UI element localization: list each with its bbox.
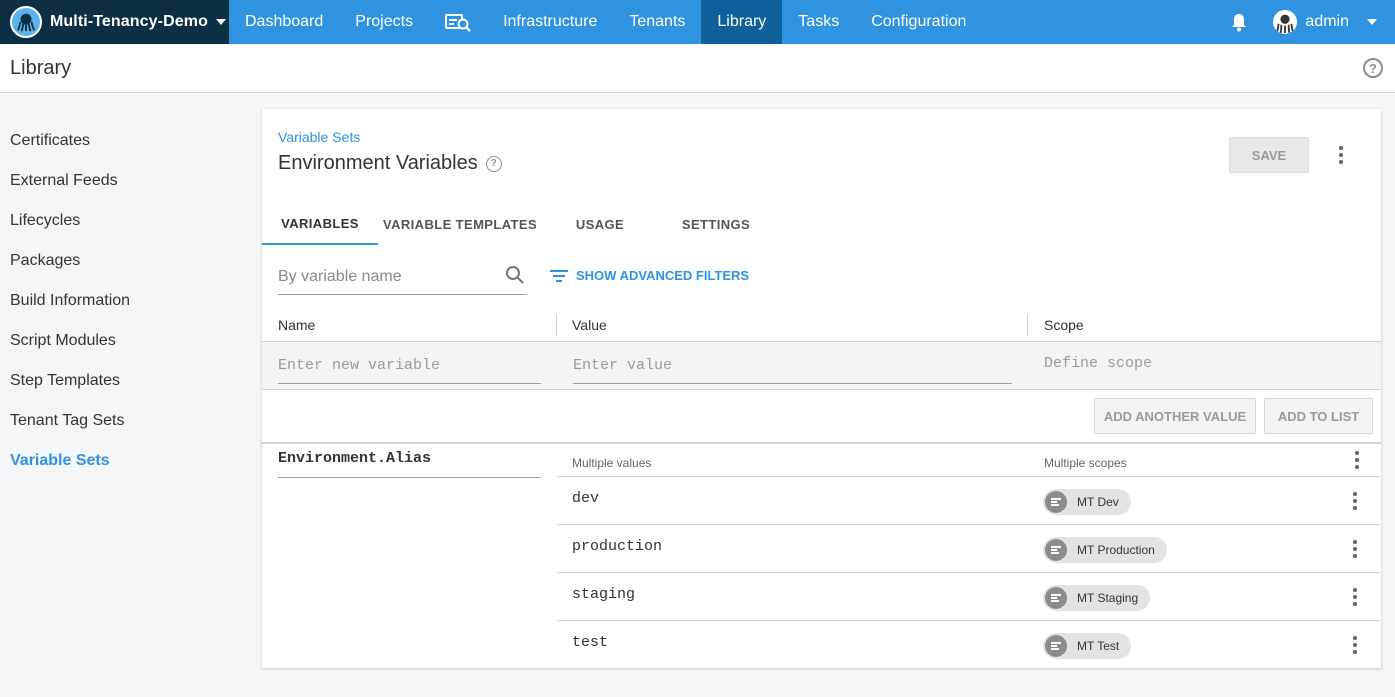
scope-chip-label: MT Test (1077, 639, 1120, 653)
show-advanced-filters-button[interactable]: SHOW ADVANCED FILTERS (550, 268, 749, 283)
top-navigation-bar: Multi-Tenancy-Demo Dashboard Projects In… (0, 0, 1395, 44)
tab-bar: VARIABLES VARIABLE TEMPLATES USAGE SETTI… (262, 203, 774, 245)
variable-value[interactable]: dev (572, 490, 599, 507)
scope-chip[interactable]: MT Dev (1043, 489, 1131, 515)
sidebar-item-step-templates[interactable]: Step Templates (0, 361, 250, 401)
scope-chip-label: MT Dev (1077, 495, 1119, 509)
table-row: dev MT Dev (557, 476, 1381, 524)
card-title: Environment Variables (278, 152, 478, 174)
search-icon[interactable] (505, 265, 525, 285)
column-divider (1027, 314, 1028, 336)
define-scope-field[interactable]: Define scope (1044, 355, 1152, 372)
show-advanced-filters-label: SHOW ADVANCED FILTERS (576, 268, 750, 283)
tab-variables[interactable]: VARIABLES (262, 203, 378, 245)
sidebar-item-script-modules[interactable]: Script Modules (0, 321, 250, 361)
page-title: Library (10, 56, 72, 79)
search-input[interactable] (278, 267, 498, 286)
tab-settings[interactable]: SETTINGS (658, 203, 774, 245)
notifications-bell-icon[interactable] (1229, 12, 1249, 32)
scope-chip[interactable]: MT Production (1043, 537, 1167, 563)
more-options-icon[interactable] (1331, 143, 1351, 167)
multiple-values-label: Multiple values (572, 456, 652, 470)
nav-tasks[interactable]: Tasks (782, 0, 855, 44)
chevron-down-icon (1367, 19, 1377, 25)
space-name: Multi-Tenancy-Demo (50, 13, 208, 30)
scope-chip-label: MT Staging (1077, 591, 1139, 605)
scope-chip[interactable]: MT Staging (1043, 585, 1151, 611)
breadcrumb[interactable]: Variable Sets (278, 129, 360, 145)
search-deployments-icon[interactable] (429, 0, 487, 44)
user-menu[interactable]: admin (1273, 10, 1377, 34)
search-box (278, 259, 527, 295)
table-row: test MT Test (557, 620, 1381, 668)
octopus-logo-icon (10, 6, 42, 38)
more-options-icon[interactable] (1345, 585, 1365, 609)
sidebar-item-variable-sets[interactable]: Variable Sets (0, 441, 250, 481)
column-header-scope: Scope (1044, 317, 1084, 333)
new-variable-value-input[interactable] (573, 342, 1012, 384)
tab-variable-templates[interactable]: VARIABLE TEMPLATES (378, 203, 542, 245)
sidebar-item-certificates[interactable]: Certificates (0, 121, 250, 161)
variable-name[interactable]: Environment.Alias (278, 450, 541, 478)
tab-usage[interactable]: USAGE (542, 203, 658, 245)
sidebar-item-packages[interactable]: Packages (0, 241, 250, 281)
variable-value[interactable]: staging (572, 586, 635, 603)
scope-chip-label: MT Production (1077, 543, 1155, 557)
more-options-icon[interactable] (1345, 537, 1365, 561)
sidebar-item-external-feeds[interactable]: External Feeds (0, 161, 250, 201)
help-circle-icon[interactable]: ? (1363, 58, 1383, 78)
avatar (1273, 10, 1298, 34)
variable-value[interactable]: test (572, 634, 608, 651)
column-divider (556, 314, 557, 336)
variable-value[interactable]: production (572, 538, 662, 555)
scope-chip[interactable]: MT Test (1043, 633, 1132, 659)
variable-set-card: Variable Sets Environment Variables ? SA… (262, 109, 1381, 668)
environment-icon (1045, 587, 1067, 609)
nav-library[interactable]: Library (701, 0, 783, 44)
save-button[interactable]: SAVE (1229, 137, 1309, 173)
nav-tenants[interactable]: Tenants (613, 0, 701, 44)
more-options-icon[interactable] (1345, 489, 1365, 513)
library-sidebar: Certificates External Feeds Lifecycles P… (0, 94, 250, 481)
column-header-name: Name (278, 317, 316, 333)
divider (262, 442, 1381, 444)
add-another-value-button[interactable]: ADD ANOTHER VALUE (1094, 398, 1256, 434)
more-options-icon[interactable] (1345, 633, 1365, 657)
table-row: production MT Production (557, 524, 1381, 572)
user-name: admin (1305, 13, 1349, 30)
nav-infrastructure[interactable]: Infrastructure (487, 0, 613, 44)
space-switcher[interactable]: Multi-Tenancy-Demo (0, 0, 229, 44)
sidebar-item-tenant-tag-sets[interactable]: Tenant Tag Sets (0, 401, 250, 441)
more-options-icon[interactable] (1347, 448, 1367, 472)
add-to-list-button[interactable]: ADD TO LIST (1264, 398, 1373, 434)
environment-icon (1045, 491, 1067, 513)
table-row: staging MT Staging (557, 572, 1381, 620)
nav-dashboard[interactable]: Dashboard (229, 0, 339, 44)
column-headers: Name Value Scope (262, 309, 1381, 342)
column-header-value: Value (572, 317, 607, 333)
help-circle-icon[interactable]: ? (485, 155, 502, 172)
environment-icon (1045, 539, 1067, 561)
environment-icon (1045, 635, 1067, 657)
card-title-row: Environment Variables ? (278, 152, 502, 175)
nav-configuration[interactable]: Configuration (855, 0, 982, 44)
filter-icon (550, 269, 568, 282)
multiple-scopes-label: Multiple scopes (1044, 456, 1127, 470)
sidebar-item-lifecycles[interactable]: Lifecycles (0, 201, 250, 241)
new-variable-row: Define scope (262, 342, 1381, 390)
sidebar-item-build-information[interactable]: Build Information (0, 281, 250, 321)
chevron-down-icon (215, 19, 226, 25)
page-header: Library ? (0, 44, 1395, 93)
new-variable-name-input[interactable] (278, 342, 541, 384)
nav-projects[interactable]: Projects (339, 0, 429, 44)
